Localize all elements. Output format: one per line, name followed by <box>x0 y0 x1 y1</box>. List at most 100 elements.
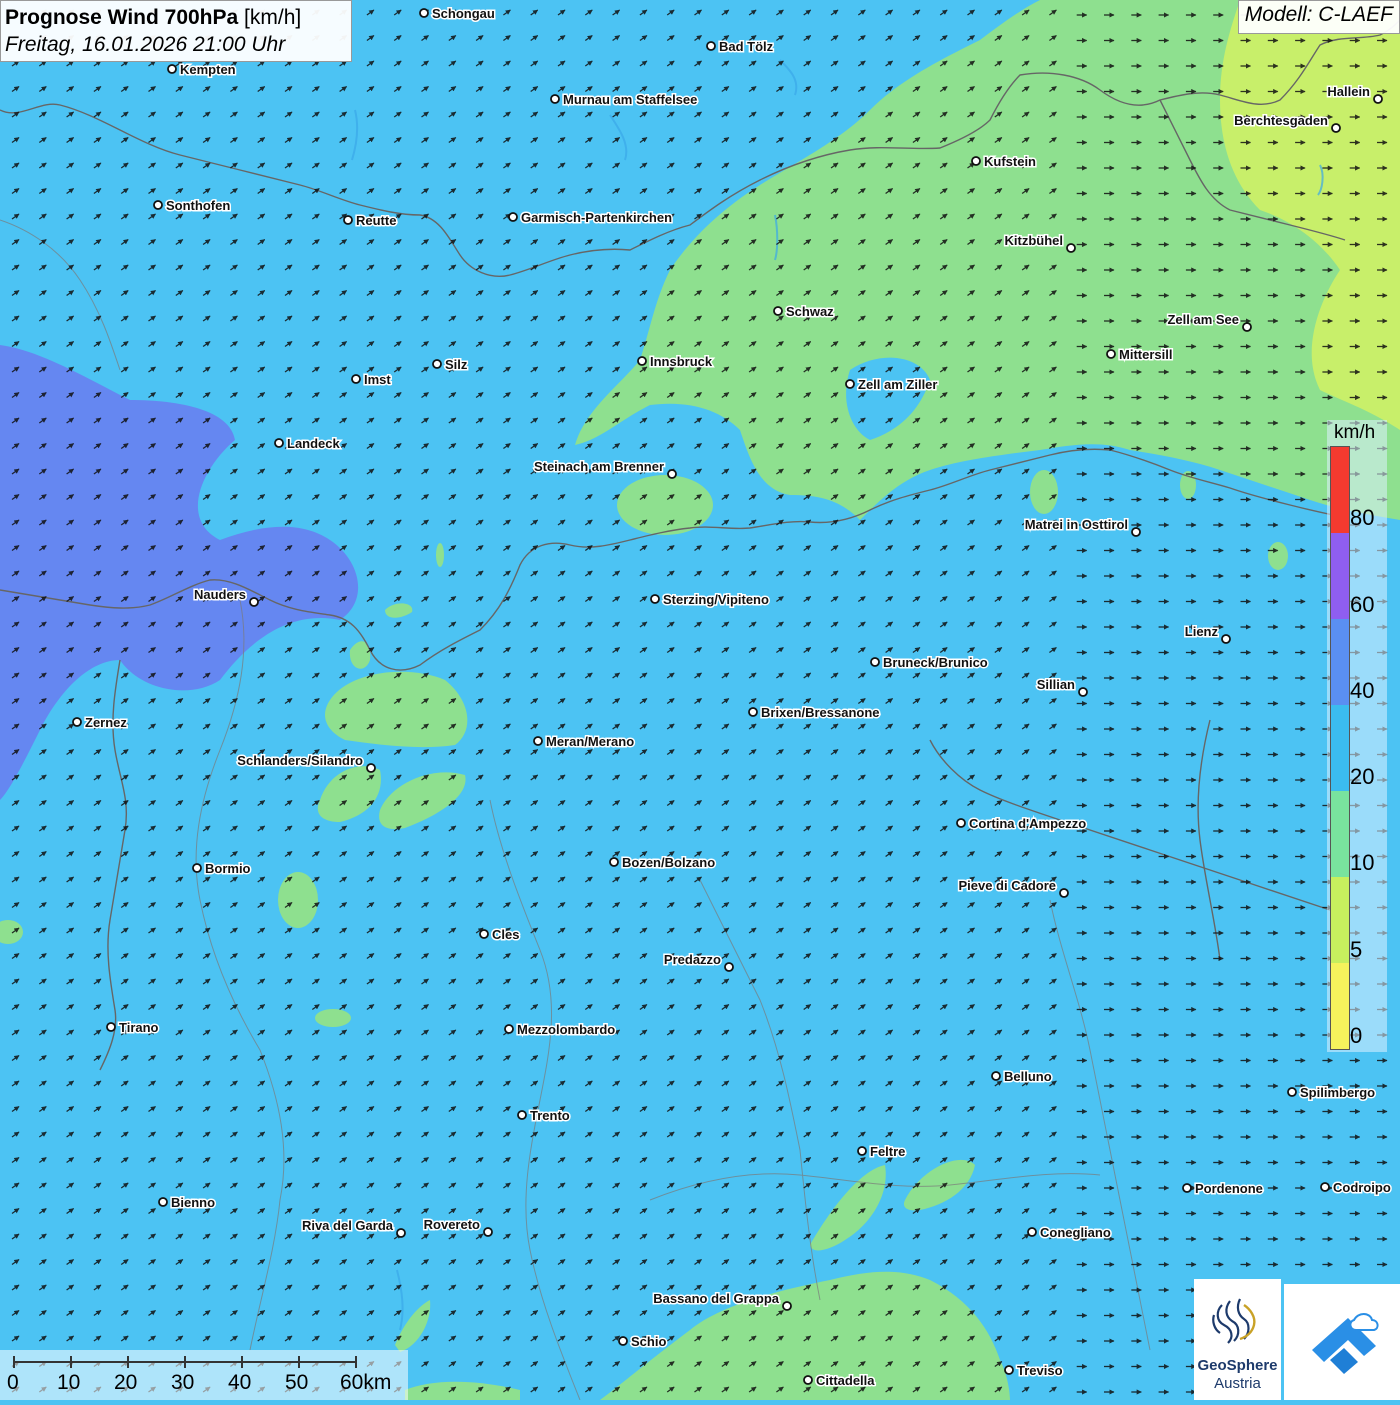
city-label: Predazzo <box>664 952 721 967</box>
legend-segment <box>1331 963 1349 1049</box>
city-marker <box>483 1227 493 1237</box>
scale-label-50: 50 <box>285 1371 309 1394</box>
forecast-datetime: Freitag, 16.01.2026 21:00 Uhr <box>5 33 286 56</box>
city-label: Schongau <box>432 6 495 21</box>
legend-color-bar <box>1330 446 1350 1050</box>
model-label: Modell: C-LAEF <box>1237 0 1400 34</box>
city-label: Nauders <box>194 587 246 602</box>
city-label: Kitzbühel <box>1005 233 1064 248</box>
title-main: Prognose Wind 700hPa <box>5 6 239 29</box>
city-marker <box>550 94 560 104</box>
city-marker <box>504 1024 514 1034</box>
city-marker <box>1106 349 1116 359</box>
city-label: Schio <box>631 1334 666 1349</box>
city-marker <box>396 1228 406 1238</box>
city-label: Garmisch-Partenkirchen <box>521 210 672 225</box>
city-label: Schwaz <box>786 304 834 319</box>
legend-segment <box>1331 533 1349 619</box>
scale-label-20: 20 <box>114 1371 138 1394</box>
city-label: Matrei in Osttirol <box>1025 517 1128 532</box>
scale-label-10: 10 <box>57 1371 81 1394</box>
scale-label-30: 30 <box>171 1371 195 1394</box>
city-label: Berchtesgaden <box>1234 113 1328 128</box>
city-marker <box>1059 888 1069 898</box>
map-title: Prognose Wind 700hPa [km/h] <box>5 4 347 32</box>
city-marker <box>432 359 442 369</box>
city-label: Bormio <box>205 861 251 876</box>
geosphere-emblem-icon <box>1212 1298 1256 1344</box>
city-marker <box>773 306 783 316</box>
city-marker <box>1066 243 1076 253</box>
city-label: Trento <box>530 1108 570 1123</box>
city-marker <box>153 200 163 210</box>
city-label: Lienz <box>1185 624 1219 639</box>
legend-tick-60: 60 <box>1350 592 1375 617</box>
city-marker <box>706 41 716 51</box>
city-label: Codroipo <box>1333 1180 1391 1195</box>
city-marker <box>609 857 619 867</box>
legend-segment <box>1331 877 1349 963</box>
city-label: Steinach am Brenner <box>534 459 664 474</box>
city-label: Bienno <box>171 1195 215 1210</box>
geosphere-name: GeoSphere <box>1197 1357 1278 1374</box>
city-marker <box>637 356 647 366</box>
city-marker <box>158 1197 168 1207</box>
legend-tick-20: 20 <box>1350 764 1375 789</box>
city-marker <box>870 657 880 667</box>
legend-tick-5: 5 <box>1350 937 1363 962</box>
city-marker <box>650 594 660 604</box>
city-marker <box>508 212 518 222</box>
city-label: Innsbruck <box>650 354 713 369</box>
city-marker <box>1221 634 1231 644</box>
city-marker <box>1027 1227 1037 1237</box>
city-label: Cles <box>492 927 519 942</box>
legend-segment <box>1331 791 1349 877</box>
weather-app-logo[interactable] <box>1284 1284 1400 1400</box>
city-marker <box>667 469 677 479</box>
city-label: Hallein <box>1327 84 1370 99</box>
city-label: Murnau am Staffelsee <box>563 92 697 107</box>
legend-tick-0: 0 <box>1350 1023 1363 1048</box>
scale-label-40: 40 <box>228 1371 252 1394</box>
city-label: Mezzolombardo <box>517 1022 615 1037</box>
legend-tick-10: 10 <box>1350 850 1375 875</box>
legend-tick-40: 40 <box>1350 678 1375 703</box>
city-marker <box>106 1022 116 1032</box>
city-label: Reutte <box>356 213 396 228</box>
city-marker <box>72 717 82 727</box>
city-label: Conegliano <box>1040 1225 1111 1240</box>
city-label: Sillian <box>1037 677 1075 692</box>
city-label: Pordenone <box>1195 1181 1263 1196</box>
city-marker <box>1131 527 1141 537</box>
city-label: Zell am Ziller <box>858 377 937 392</box>
city-marker <box>748 707 758 717</box>
geosphere-country: Austria <box>1214 1375 1261 1392</box>
city-marker <box>479 929 489 939</box>
city-label: Silz <box>445 357 468 372</box>
city-label: Pieve di Cadore <box>958 878 1056 893</box>
city-marker <box>366 763 376 773</box>
city-marker <box>517 1110 527 1120</box>
legend-tick-80: 80 <box>1350 505 1375 530</box>
geosphere-logo[interactable]: GeoSphere Austria <box>1194 1279 1281 1400</box>
city-label: Rovereto <box>424 1217 480 1232</box>
city-label: Bad Tölz <box>719 39 774 54</box>
city-label: Bruneck/Brunico <box>883 655 988 670</box>
city-marker <box>1004 1365 1014 1375</box>
city-label: Bassano del Grappa <box>653 1291 779 1306</box>
wind-map: Schongau Bad Tölz Kempten Murnau am Staffel… <box>0 0 1400 1400</box>
city-label: Schlanders/Silandro <box>237 753 363 768</box>
city-label: Riva del Garda <box>302 1218 394 1233</box>
city-marker <box>1331 123 1341 133</box>
city-label: Landeck <box>287 436 341 451</box>
city-label: Kempten <box>180 62 236 77</box>
city-marker <box>192 863 202 873</box>
city-marker <box>991 1071 1001 1081</box>
city-marker <box>1182 1183 1192 1193</box>
title-box: Prognose Wind 700hPa [km/h] Freitag, 16.… <box>0 0 352 62</box>
city-marker <box>533 736 543 746</box>
scale-label-0: 0 <box>7 1371 19 1394</box>
city-marker <box>351 374 361 384</box>
city-marker <box>618 1336 628 1346</box>
city-marker <box>971 156 981 166</box>
